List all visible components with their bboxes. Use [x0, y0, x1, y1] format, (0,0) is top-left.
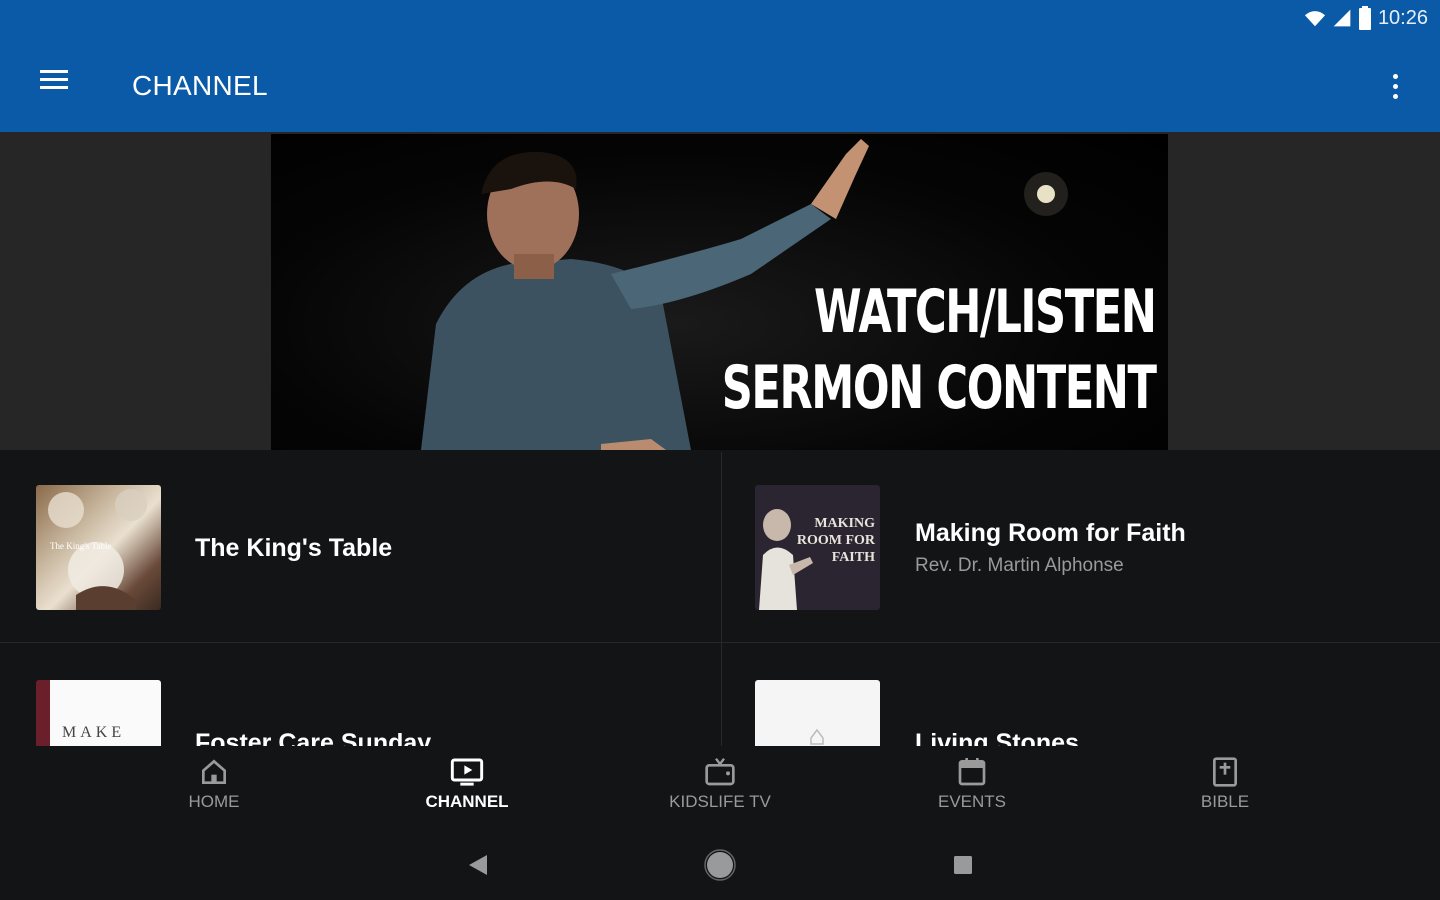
back-icon[interactable]: [458, 848, 498, 882]
system-navigation: [0, 830, 1440, 900]
channel-tile[interactable]: The King's Table The King's Table: [0, 452, 720, 642]
nav-label: KIDSLIFE TV: [669, 792, 771, 811]
nav-kidslife-tv[interactable]: KIDSLIFE TV: [640, 756, 800, 826]
thumb-caption: The King's Table: [50, 541, 112, 551]
nav-home[interactable]: HOME: [134, 756, 294, 826]
home-circle-icon[interactable]: [700, 848, 740, 882]
nav-bible[interactable]: BIBLE: [1145, 756, 1305, 826]
hero-line1: WATCH/LISTEN: [814, 277, 1158, 347]
hero-text: WATCH/LISTEN SERMON CONTENT: [553, 274, 1158, 426]
tile-title: Living Stones: [915, 729, 1079, 746]
tile-thumbnail: [755, 680, 880, 746]
wifi-icon: [1304, 11, 1326, 27]
thumb-caption: MAKE: [62, 724, 126, 741]
status-icons: 10:26: [1304, 6, 1428, 30]
status-time: 10:26: [1377, 6, 1428, 29]
channel-tile[interactable]: MAKE Foster Care Sunday: [0, 643, 720, 746]
nav-channel[interactable]: CHANNEL: [387, 756, 547, 826]
nav-label: HOME: [188, 792, 240, 811]
hero-banner[interactable]: WATCH/LISTEN SERMON CONTENT: [271, 134, 1168, 450]
nav-label: CHANNEL: [425, 792, 509, 811]
calendar-icon: [958, 758, 986, 786]
tile-thumbnail: MAKING ROOM FOR FAITH: [755, 485, 880, 610]
tile-title: The King's Table: [195, 534, 393, 562]
bible-icon: [1213, 757, 1237, 787]
more-vert-icon[interactable]: [1380, 66, 1410, 106]
retro-tv-icon: [705, 757, 735, 786]
recents-icon[interactable]: [943, 848, 983, 882]
bottom-navigation: HOME CHANNEL KIDSLIFE TV EVENTS BIBLE: [0, 746, 1440, 830]
nav-events[interactable]: EVENTS: [892, 756, 1052, 826]
nav-label: EVENTS: [937, 792, 1007, 811]
thumb-caption: MAKING ROOM FOR FAITH: [796, 516, 875, 565]
page-title: CHANNEL: [132, 70, 268, 101]
nav-label: BIBLE: [1200, 792, 1250, 811]
battery-icon: [1358, 6, 1371, 30]
tv-play-icon: [450, 758, 484, 786]
status-bar: 10:26: [0, 0, 1440, 40]
channel-tile[interactable]: Living Stones: [722, 643, 1440, 746]
channel-tile[interactable]: MAKING ROOM FOR FAITH Making Room for Fa…: [722, 452, 1440, 642]
hamburger-menu-icon[interactable]: [30, 66, 78, 106]
tile-title: Making Room for Faith: [915, 519, 1186, 547]
hero-line2: SERMON CONTENT: [722, 353, 1157, 423]
tile-thumbnail: MAKE: [36, 680, 161, 746]
app-bar: CHANNEL: [0, 40, 1440, 132]
tile-title: Foster Care Sunday: [195, 729, 432, 746]
signal-icon: [1333, 9, 1351, 27]
tile-subtitle: Rev. Dr. Martin Alphonse: [915, 555, 1124, 576]
channel-grid: The King's Table The King's Table MAKING…: [0, 452, 1440, 746]
tile-thumbnail: The King's Table: [36, 485, 161, 610]
home-icon: [202, 759, 226, 784]
